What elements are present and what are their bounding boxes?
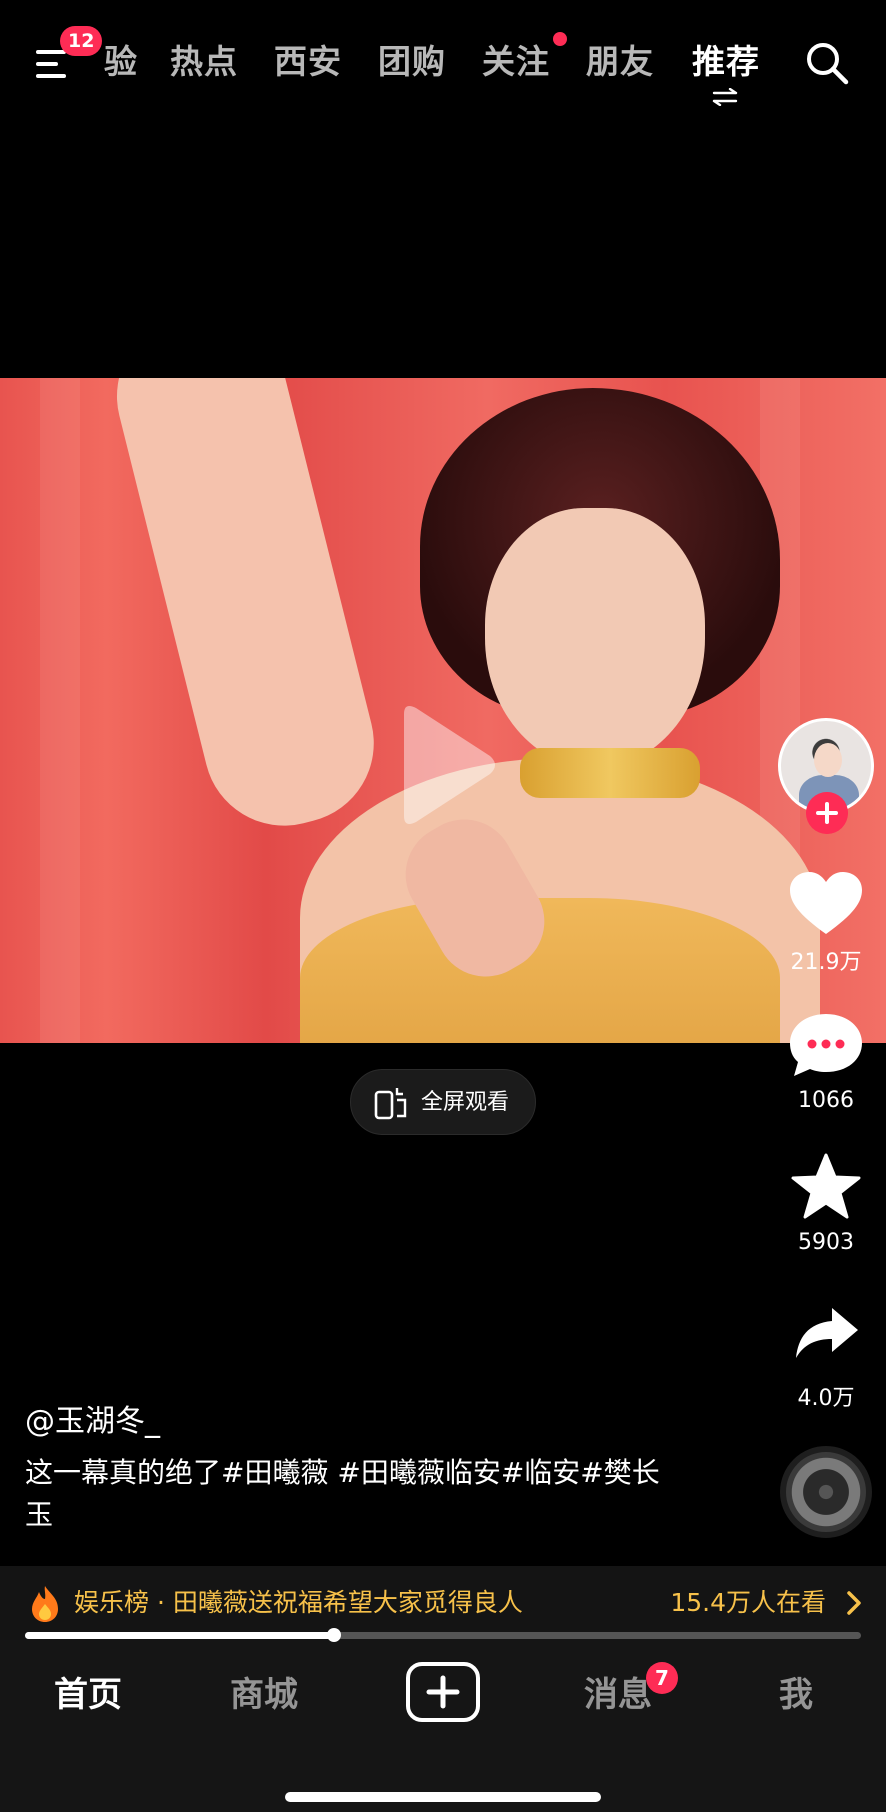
hot-list-text: 娱乐榜 · 田曦薇送祝福希望大家觅得良人 xyxy=(74,1588,523,1617)
share-icon[interactable] xyxy=(794,1306,860,1360)
tab-xian[interactable]: 西安 xyxy=(274,40,342,84)
author-name[interactable]: @玉湖冬_ xyxy=(25,1396,160,1440)
favorite-count: 5903 xyxy=(798,1230,854,1255)
menu-badge: 12 xyxy=(60,26,103,56)
tab-partial[interactable]: 验 xyxy=(104,40,138,84)
swap-arrows-icon[interactable] xyxy=(710,88,740,106)
follow-plus-icon[interactable] xyxy=(806,792,848,834)
nav-messages[interactable]: 消息 xyxy=(584,1668,652,1722)
video-figure-face xyxy=(485,508,705,768)
video-progress-bar[interactable] xyxy=(25,1628,861,1642)
curtain-fold xyxy=(40,378,80,1043)
create-button[interactable] xyxy=(406,1662,480,1722)
top-nav: 12 验 热点 西安 团购 关注 朋友 推荐 xyxy=(0,0,886,120)
music-disc[interactable] xyxy=(780,1446,872,1538)
bottom-nav: 首页 商城 消息 7 我 xyxy=(0,1640,886,1812)
fullscreen-label: 全屏观看 xyxy=(421,1090,510,1115)
video-description: 这一幕真的绝了#田曦薇 #田曦薇临安#临安#樊长玉 xyxy=(25,1456,660,1531)
comment-icon[interactable] xyxy=(786,1010,866,1080)
play-icon[interactable] xyxy=(390,700,500,830)
nav-me[interactable]: 我 xyxy=(779,1668,813,1722)
tab-recommend[interactable]: 推荐 xyxy=(692,40,760,84)
tab-friends[interactable]: 朋友 xyxy=(586,40,654,84)
fullscreen-button[interactable]: 全屏观看 xyxy=(350,1069,536,1135)
rotate-screen-icon xyxy=(374,1088,407,1120)
nav-home[interactable]: 首页 xyxy=(54,1668,122,1722)
following-unread-dot xyxy=(553,32,567,46)
video-progress-fill xyxy=(25,1632,335,1639)
avatar-figure-face xyxy=(814,743,842,777)
video-figure-arm xyxy=(100,378,391,843)
like-count: 21.9万 xyxy=(790,950,862,975)
heart-icon[interactable] xyxy=(788,870,864,936)
video-figure-collar xyxy=(520,748,700,798)
home-indicator xyxy=(285,1792,601,1802)
comment-count: 1066 xyxy=(798,1088,854,1113)
menu-icon-line xyxy=(36,74,66,78)
search-icon[interactable] xyxy=(804,40,850,86)
menu-icon-line xyxy=(36,62,58,66)
tab-following[interactable]: 关注 xyxy=(482,40,550,84)
hot-list-bar[interactable]: 娱乐榜 · 田曦薇送祝福希望大家觅得良人 15.4万人在看 xyxy=(0,1566,886,1640)
nav-mall[interactable]: 商城 xyxy=(230,1668,298,1722)
tab-hot[interactable]: 热点 xyxy=(170,40,238,84)
messages-badge: 7 xyxy=(646,1662,678,1694)
fire-icon xyxy=(32,1586,58,1622)
star-icon[interactable] xyxy=(790,1152,862,1222)
share-count: 4.0万 xyxy=(797,1386,855,1411)
tab-group-buy[interactable]: 团购 xyxy=(378,40,446,84)
chevron-right-icon xyxy=(847,1591,861,1615)
hot-list-viewers: 15.4万人在看 xyxy=(670,1588,826,1617)
plus-icon xyxy=(426,1675,460,1709)
menu-icon xyxy=(36,50,66,54)
